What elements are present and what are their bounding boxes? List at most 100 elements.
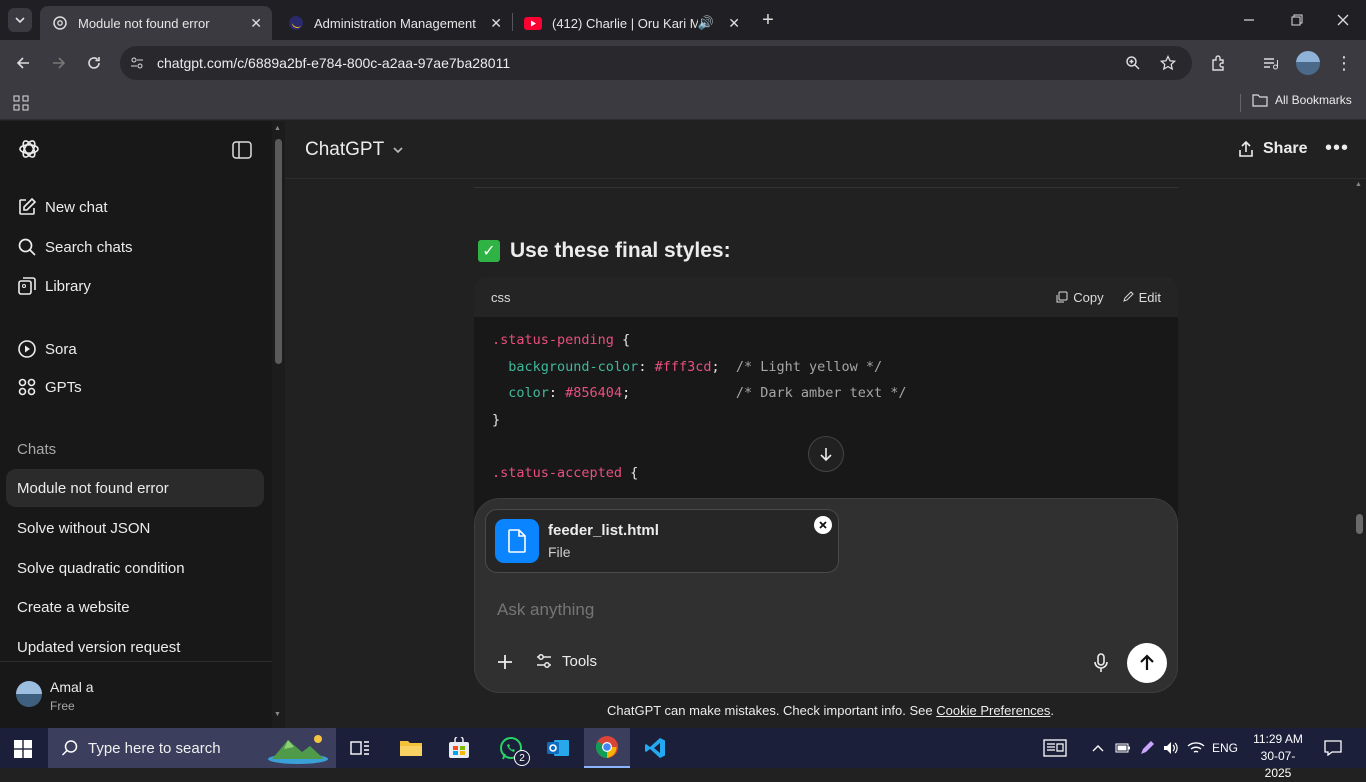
message-top-divider	[474, 187, 1178, 188]
restore-button[interactable]	[1282, 6, 1312, 34]
chat-main: ChatGPT Share ••• ✓ Use these final styl…	[285, 121, 1366, 728]
tools-button[interactable]: Tools	[535, 652, 597, 670]
openai-logo-icon[interactable]	[15, 135, 43, 163]
battery-icon[interactable]	[1114, 738, 1132, 758]
prompt-input[interactable]	[497, 595, 1137, 625]
sidebar-item-label: New chat	[45, 198, 108, 216]
bookmarks-separator	[1240, 94, 1241, 112]
cookie-preferences-link[interactable]: Cookie Preferences	[936, 703, 1050, 718]
model-selector[interactable]: ChatGPT	[305, 139, 405, 161]
clock[interactable]: 11:29 AM 30-07-2025	[1248, 731, 1308, 782]
toggle-sidebar-button[interactable]	[229, 137, 255, 163]
tab-module-not-found[interactable]: Module not found error ✕	[40, 6, 272, 40]
all-bookmarks-button[interactable]: All Bookmarks	[1252, 93, 1352, 107]
sidebar-item-search-chats[interactable]: Search chats	[17, 237, 133, 257]
tab-youtube[interactable]: (412) Charlie | Oru Kari Muk 🔊 ✕	[512, 6, 750, 40]
file-icon	[495, 519, 539, 563]
edit-code-button[interactable]: Edit	[1122, 290, 1161, 305]
sidebar-item-label: GPTs	[45, 378, 82, 396]
wifi-icon[interactable]	[1186, 738, 1206, 758]
tools-label: Tools	[562, 652, 598, 670]
sidebar-item-label: Sora	[45, 340, 77, 358]
start-button[interactable]	[12, 738, 34, 760]
user-profile-button[interactable]: Amal a Free	[14, 673, 264, 717]
main-scroll-thumb[interactable]	[1356, 514, 1363, 534]
sidebar-item-new-chat[interactable]: New chat	[17, 197, 108, 217]
taskbar-search-box[interactable]: Type here to search	[48, 728, 336, 768]
code-comment: /* Light yellow */	[735, 358, 883, 375]
main-scrollbar[interactable]: ▲	[1353, 181, 1366, 728]
check-mark-icon: ✓	[478, 240, 500, 262]
scroll-up-arrow[interactable]: ▲	[1355, 181, 1362, 188]
news-widget-icon[interactable]	[1042, 738, 1068, 758]
close-tab-icon[interactable]: ✕	[250, 15, 262, 32]
new-tab-button[interactable]: +	[756, 8, 780, 32]
forward-button[interactable]	[46, 50, 72, 76]
close-tab-icon[interactable]: ✕	[490, 15, 502, 32]
address-bar[interactable]: chatgpt.com/c/6889a2bf-e784-800c-a2aa-97…	[120, 46, 1192, 80]
back-button[interactable]	[10, 50, 36, 76]
eclipse-favicon-icon	[289, 16, 303, 30]
url-text: chatgpt.com/c/6889a2bf-e784-800c-a2aa-97…	[157, 55, 511, 71]
chat-item[interactable]: Module not found error	[6, 469, 264, 507]
chrome-icon	[596, 736, 618, 758]
bookmark-star-icon[interactable]	[1159, 54, 1177, 72]
task-view-icon	[350, 741, 369, 755]
chat-item-label: Solve without JSON	[17, 519, 151, 537]
site-settings-icon[interactable]	[128, 54, 146, 72]
taskbar-search-placeholder: Type here to search	[88, 740, 221, 757]
vscode-taskbar-button[interactable]	[640, 734, 670, 762]
chat-item-label: Solve quadratic condition	[17, 559, 185, 577]
chrome-taskbar-button[interactable]	[584, 728, 630, 768]
dictate-button[interactable]	[1089, 651, 1113, 675]
scroll-to-bottom-button[interactable]	[808, 436, 844, 472]
message-composer: feeder_list.html File Tools	[474, 498, 1178, 693]
attached-file-card[interactable]: feeder_list.html File	[485, 509, 839, 573]
more-options-icon[interactable]: •••	[1325, 137, 1349, 160]
task-view-button[interactable]	[346, 736, 374, 760]
sidebar-item-gpts[interactable]: GPTs	[17, 377, 82, 397]
sidebar-item-library[interactable]: Library	[17, 276, 91, 296]
apps-grid-icon[interactable]	[10, 92, 32, 114]
extensions-icon[interactable]	[1206, 50, 1232, 76]
whatsapp-taskbar-button[interactable]: 2	[494, 734, 530, 766]
tab-search-button[interactable]	[8, 8, 32, 32]
speaker-icon[interactable]: 🔊	[698, 15, 714, 31]
show-hidden-icons-chevron-icon[interactable]	[1090, 738, 1106, 758]
scroll-down-arrow[interactable]: ▼	[274, 711, 281, 718]
tab-administration-management[interactable]: Administration Management ✕	[276, 6, 512, 40]
chat-item[interactable]: Solve quadratic condition	[6, 549, 264, 587]
sidebar-item-sora[interactable]: Sora	[17, 339, 77, 359]
add-attachment-button[interactable]	[493, 650, 517, 674]
reload-button[interactable]	[81, 50, 107, 76]
minimize-button[interactable]	[1234, 6, 1264, 34]
chat-item[interactable]: Create a website	[6, 588, 264, 626]
code-brace: {	[622, 464, 639, 481]
microsoft-store-taskbar-button[interactable]	[444, 734, 474, 762]
remove-file-button[interactable]	[814, 516, 832, 534]
chat-item[interactable]: Solve without JSON	[6, 509, 264, 547]
volume-icon[interactable]	[1162, 738, 1180, 758]
close-window-button[interactable]	[1328, 6, 1358, 34]
chatgpt-favicon-icon	[53, 16, 67, 30]
media-control-icon[interactable]	[1258, 50, 1284, 76]
sidebar-scrollbar[interactable]: ▲ ▼	[272, 121, 285, 728]
profile-avatar[interactable]	[1296, 51, 1320, 75]
outlook-taskbar-button[interactable]	[543, 734, 573, 762]
language-indicator[interactable]: ENG	[1212, 741, 1238, 755]
browser-tab-strip: Module not found error ✕ Administration …	[0, 0, 1366, 40]
close-tab-icon[interactable]: ✕	[728, 15, 740, 32]
copy-code-button[interactable]: Copy	[1056, 290, 1104, 305]
pen-icon[interactable]	[1138, 738, 1156, 758]
sidebar-scroll-thumb[interactable]	[275, 139, 282, 364]
browser-menu-icon[interactable]: ⋮	[1332, 50, 1356, 76]
notifications-icon[interactable]	[1322, 738, 1344, 758]
all-bookmarks-label: All Bookmarks	[1275, 93, 1352, 107]
zoom-icon[interactable]	[1124, 54, 1142, 72]
file-explorer-taskbar-button[interactable]	[396, 734, 426, 762]
scroll-up-arrow[interactable]: ▲	[274, 125, 281, 132]
sidebar-item-label: Search chats	[45, 238, 133, 256]
send-button[interactable]	[1127, 643, 1167, 683]
share-button[interactable]: Share	[1237, 140, 1307, 158]
code-property: color	[508, 385, 549, 401]
